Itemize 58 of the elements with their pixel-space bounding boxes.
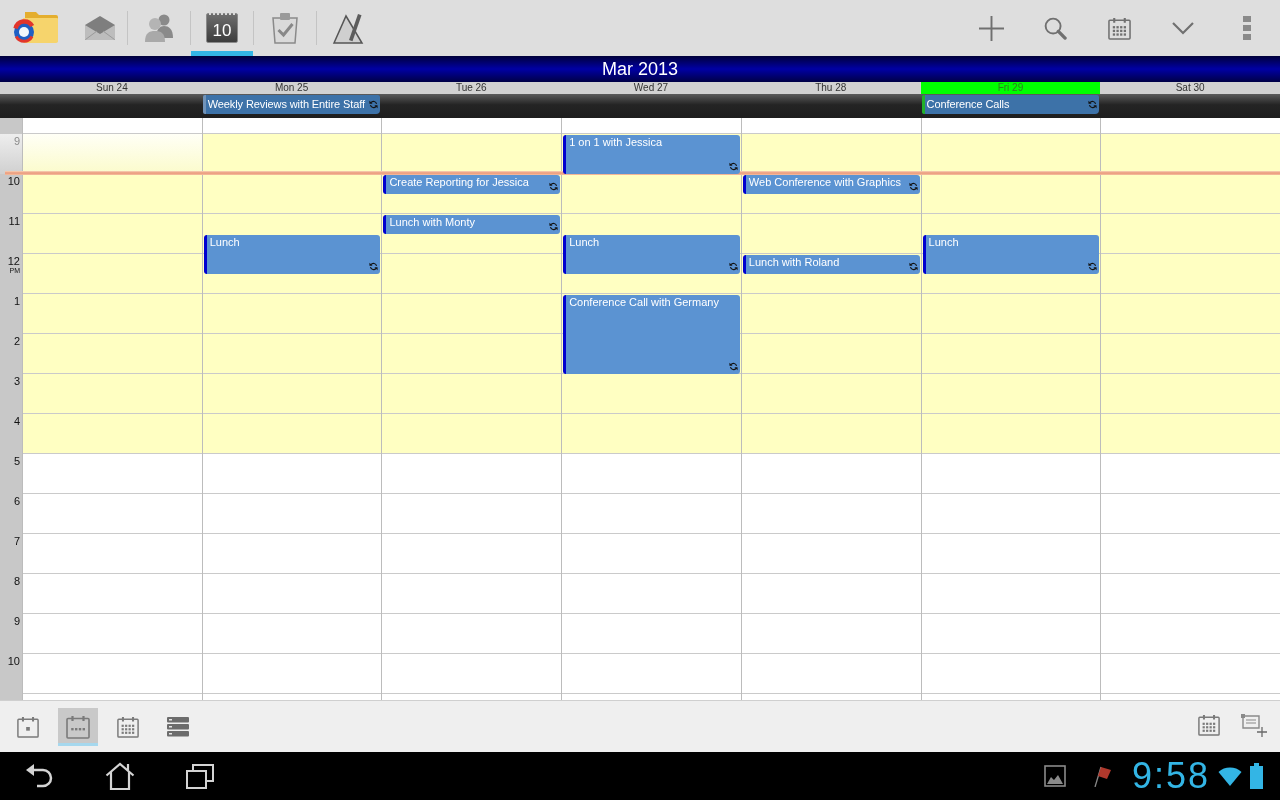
calendar-grid-icon [117, 715, 139, 738]
hour-label: 7 [13, 535, 20, 547]
home-icon [105, 762, 135, 790]
search-icon [1043, 16, 1067, 40]
calendar-event[interactable]: 1 on 1 with Jessica [563, 135, 740, 174]
calendar-event[interactable]: Lunch with Monty [383, 215, 561, 234]
hour-label: 9 [13, 135, 20, 147]
calendar-event[interactable]: Lunch [922, 235, 1100, 274]
back-icon [26, 763, 54, 789]
hour-label: 10 [7, 175, 20, 187]
calendar-grid-icon [1107, 16, 1131, 40]
hour-label: 8 [13, 575, 20, 587]
people-icon [144, 12, 174, 43]
calendar-event[interactable]: Web Conference with Graphics [742, 175, 920, 194]
day-header: Wed 27 [632, 82, 670, 94]
hour-label: 10 [7, 655, 20, 667]
calendar-event[interactable]: Create Reporting for Jessica [383, 175, 561, 194]
folder-globe-icon [13, 11, 59, 44]
image-icon [1043, 765, 1066, 787]
flag-icon [1093, 765, 1112, 787]
more-icon [1243, 16, 1251, 40]
hour-label: 5 [13, 455, 20, 467]
hour-label: 12 [7, 255, 20, 267]
calendar-event[interactable]: Lunch with Roland [742, 255, 920, 274]
day-header: Sat 30 [1174, 82, 1206, 94]
date-number: 10 [212, 21, 232, 40]
status-clock: 9:58 [1131, 756, 1210, 796]
calendar-event[interactable]: Conference Call with Germany [563, 295, 740, 374]
hour-label: 2 [13, 335, 20, 347]
hour-label: 1 [13, 295, 20, 307]
hour-label: 4 [13, 415, 20, 427]
calendar-event[interactable]: Lunch [563, 235, 740, 274]
month-title: Mar 2013 [601, 58, 678, 80]
day-header: Tue 26 [454, 82, 488, 94]
hour-label: 6 [13, 495, 20, 507]
clipboard-check-icon [270, 11, 300, 44]
wifi-icon [1218, 765, 1242, 787]
chevron-down-icon [1172, 21, 1194, 35]
all-day-event[interactable]: Conference Calls [921, 95, 1100, 114]
calendar-week-icon [66, 714, 90, 739]
hour-label: 9 [13, 615, 20, 627]
list-icon [167, 716, 189, 737]
day-header: Fri 29 [920, 82, 1101, 94]
week-view-button[interactable] [58, 707, 98, 746]
recent-apps-icon [185, 763, 215, 789]
hour-label: 11 [8, 215, 20, 227]
hour-label: 3 [13, 375, 20, 387]
day-header: Thu 28 [814, 82, 848, 94]
day-header: Mon 25 [273, 82, 310, 94]
pencil-triangle-icon [332, 11, 364, 44]
envelope-icon [83, 14, 116, 41]
day-header: Sun 24 [95, 82, 129, 94]
calendar-event[interactable]: Lunch [203, 235, 381, 274]
plus-icon [978, 15, 1004, 41]
calendar-grid-icon [1198, 713, 1220, 736]
battery-icon [1250, 763, 1263, 789]
note-plus-icon [1240, 712, 1268, 737]
all-day-event[interactable]: Weekly Reviews with Entire Staff [202, 95, 381, 114]
